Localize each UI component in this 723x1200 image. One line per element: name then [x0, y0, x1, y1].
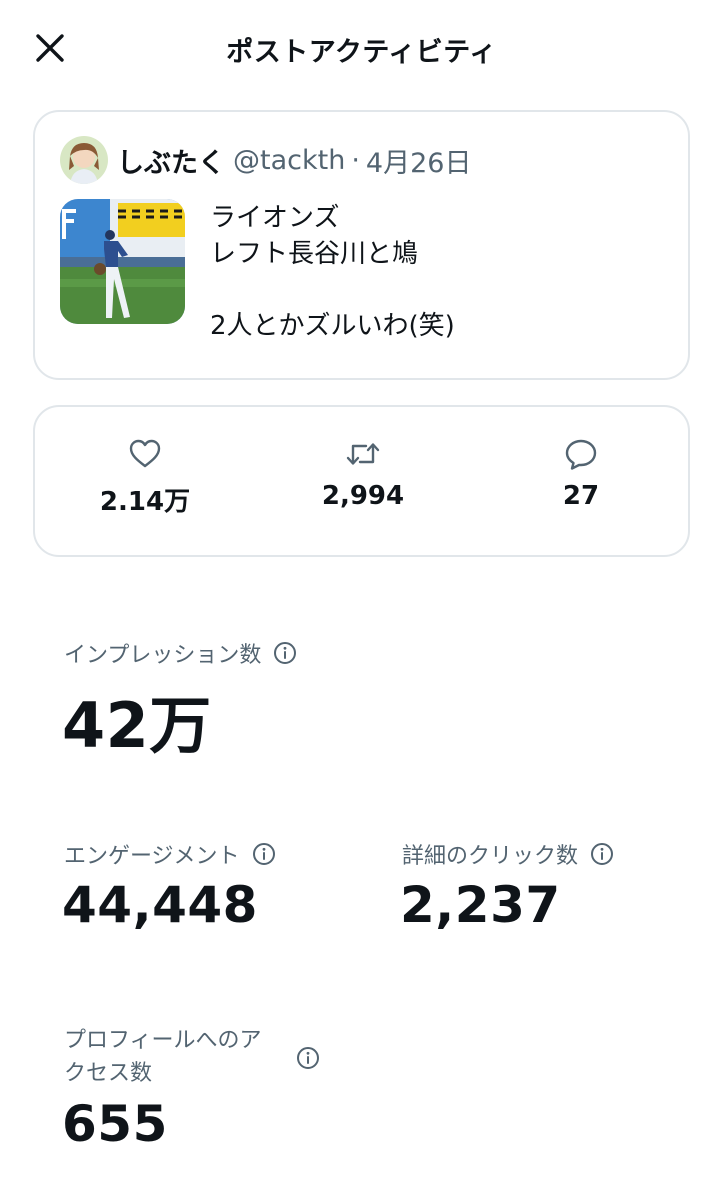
- post-text-line: レフト長谷川と鳩: [210, 239, 419, 269]
- meta-separator: ·: [351, 144, 360, 176]
- profile-visits-label: プロフィールへのアクセス数: [64, 1028, 262, 1086]
- avatar[interactable]: [60, 136, 108, 184]
- retweet-stat[interactable]: 2,994: [273, 437, 453, 511]
- post-text-line: [210, 272, 670, 308]
- profile-visits-value: 655: [62, 1095, 168, 1153]
- top-bar: ポストアクティビティ: [0, 0, 723, 96]
- heart-icon: [129, 439, 161, 468]
- info-icon[interactable]: [273, 641, 297, 665]
- engagement-stats-card: 2.14万 2,994 27: [33, 405, 690, 557]
- post-card[interactable]: しぶたく @tackth · 4月26日 ライオンズ レフト長谷川と鳩 2人とか…: [33, 110, 690, 380]
- reply-stat[interactable]: 27: [491, 437, 671, 511]
- author-name[interactable]: しぶたく: [117, 141, 225, 180]
- detail-clicks-label-text: 詳細のクリック数: [402, 844, 579, 869]
- detail-clicks-value: 2,237: [400, 876, 561, 934]
- retweet-icon: [346, 443, 380, 465]
- like-stat[interactable]: 2.14万: [55, 437, 235, 518]
- page-title: ポストアクティビティ: [226, 37, 497, 68]
- detail-clicks-label: 詳細のクリック数: [402, 838, 614, 870]
- impressions-value: 42万: [62, 689, 212, 762]
- engagements-label-text: エンゲージメント: [64, 844, 240, 869]
- reply-icon: [565, 439, 597, 470]
- reply-count: 27: [562, 481, 600, 511]
- impressions-label: インプレッション数: [64, 637, 297, 669]
- post-image-thumbnail[interactable]: [60, 199, 185, 324]
- info-icon[interactable]: [590, 842, 614, 866]
- post-header: しぶたく @tackth · 4月26日: [117, 140, 471, 180]
- post-text-line: 2人とかズルいわ(笑): [210, 311, 455, 341]
- info-icon[interactable]: [252, 842, 276, 866]
- post-date: 4月26日: [365, 147, 472, 179]
- post-text: ライオンズ レフト長谷川と鳩 2人とかズルいわ(笑): [210, 200, 670, 344]
- engagements-label: エンゲージメント: [64, 838, 276, 870]
- engagements-value: 44,448: [62, 876, 258, 934]
- author-handle[interactable]: @tackth: [233, 145, 345, 176]
- impressions-label-text: インプレッション数: [64, 643, 262, 668]
- info-icon[interactable]: [296, 1046, 320, 1070]
- post-text-line: ライオンズ: [210, 203, 340, 233]
- like-count: 2.14万: [99, 487, 191, 517]
- retweet-count: 2,994: [321, 481, 405, 511]
